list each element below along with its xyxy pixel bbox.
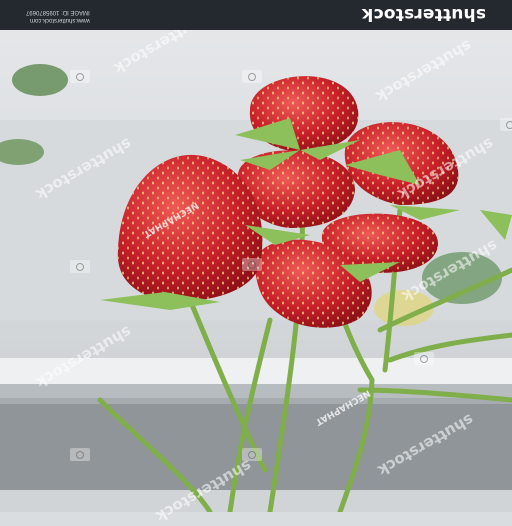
image-meta: www.shutterstock.com IMAGE ID: 109587069…: [26, 8, 90, 24]
camera-watermark-icon: [242, 448, 262, 461]
blurred-leaf: [12, 64, 68, 96]
camera-watermark-icon: [242, 70, 262, 83]
camera-watermark-icon: [70, 260, 90, 273]
camera-watermark-icon: [500, 118, 512, 131]
image-id: IMAGE ID: 1095870697: [26, 9, 90, 15]
gutter-top-highlight: [0, 398, 512, 404]
camera-watermark-icon: [70, 448, 90, 461]
camera-watermark-icon: [414, 352, 434, 365]
camera-watermark-icon: [242, 258, 262, 271]
shutterstock-logo: shutterstock: [361, 4, 486, 24]
stock-photo-bar: shutterstock www.shutterstock.com IMAGE …: [0, 0, 512, 30]
camera-watermark-icon: [70, 70, 90, 83]
site-url: www.shutterstock.com: [30, 17, 90, 23]
gutter-base: [0, 490, 512, 512]
